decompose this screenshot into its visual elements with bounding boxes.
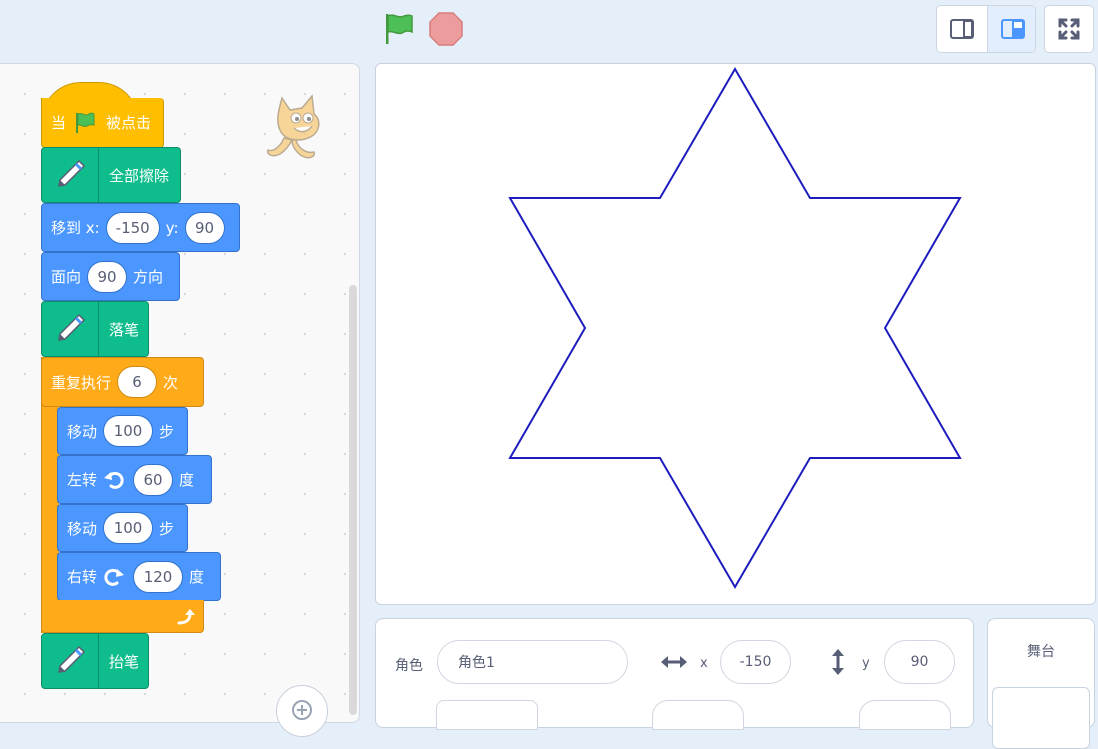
turn-left-icon	[104, 471, 124, 489]
sprite-y-input[interactable]: 90	[884, 640, 955, 684]
move-steps-block[interactable]: 移动 100 步	[57, 504, 188, 552]
pen-icon	[58, 645, 86, 673]
stop-button[interactable]	[428, 11, 464, 47]
repeat-label: 重复执行	[51, 373, 112, 392]
move-steps-block[interactable]: 移动 100 步	[57, 407, 188, 455]
turn-left-label: 左转	[67, 471, 98, 489]
turn-left-suffix: 度	[179, 471, 195, 489]
direction-input[interactable]	[859, 700, 951, 730]
clear-label: 全部擦除	[109, 166, 170, 185]
pen-down-label: 落笔	[109, 320, 140, 339]
pen-extension-box	[42, 148, 99, 202]
y-label: y	[862, 656, 870, 671]
stage-thumbnail[interactable]	[992, 687, 1090, 749]
pen-extension-box	[42, 302, 99, 356]
pen-down-block[interactable]: 落笔	[41, 301, 149, 357]
repeat-suffix: 次	[163, 373, 179, 392]
vertical-arrows-icon	[832, 649, 844, 675]
stage-label: 舞台	[1027, 644, 1055, 660]
clear-block[interactable]: 全部擦除	[41, 147, 181, 203]
pen-up-label: 抬笔	[109, 652, 140, 671]
stage-selector-panel[interactable]: 舞台	[987, 618, 1095, 749]
point-direction-input[interactable]: 90	[87, 260, 128, 293]
goto-xy-block[interactable]: 移到 x: -150 y: 90	[41, 203, 240, 252]
x-label: x	[700, 656, 708, 671]
fullscreen-icon	[1058, 18, 1080, 40]
point-label: 面向	[51, 268, 82, 286]
point-direction-block[interactable]: 面向 90 方向	[41, 252, 180, 301]
zoom-in-icon	[292, 700, 312, 720]
goto-label: 移到 x:	[51, 219, 100, 237]
goto-x-input[interactable]: -150	[105, 211, 160, 244]
goto-y-input[interactable]: 90	[184, 211, 225, 244]
move-steps-input[interactable]: 100	[103, 512, 154, 544]
sprite-name-input[interactable]: 角色1	[437, 640, 628, 684]
pen-up-block[interactable]: 抬笔	[41, 633, 149, 689]
large-stage-button[interactable]	[987, 6, 1035, 52]
turn-right-icon	[104, 568, 125, 586]
goto-y-label: y:	[165, 218, 179, 237]
zoom-in-button[interactable]	[276, 685, 328, 737]
size-input[interactable]	[652, 700, 744, 730]
green-flag-button[interactable]	[380, 10, 418, 48]
turn-left-block[interactable]: 左转 60 度	[57, 455, 212, 504]
move-suffix: 步	[159, 519, 175, 538]
sprite-x-input[interactable]: -150	[720, 640, 791, 684]
pen-icon	[58, 313, 86, 341]
pen-icon	[58, 159, 86, 187]
move-suffix: 步	[159, 422, 175, 441]
stage-size-toggle	[936, 5, 1036, 53]
loop-arrow-icon	[177, 609, 195, 625]
turn-right-degrees-input[interactable]: 120	[133, 560, 184, 593]
repeat-times-input[interactable]: 6	[117, 366, 158, 398]
stop-icon	[429, 12, 463, 46]
when-flag-clicked-block[interactable]: 当 被点击	[41, 98, 164, 148]
turn-right-block[interactable]: 右转 120 度	[57, 552, 221, 601]
pen-extension-box	[42, 634, 99, 688]
show-toggle-group[interactable]	[436, 700, 538, 730]
fullscreen-button[interactable]	[1044, 5, 1094, 53]
cat-icon	[266, 94, 320, 159]
when-label: 当	[51, 114, 67, 132]
point-suffix: 方向	[133, 268, 164, 286]
clicked-label: 被点击	[106, 114, 152, 132]
horizontal-arrows-icon	[661, 656, 687, 668]
move-steps-input[interactable]: 100	[103, 415, 154, 447]
small-stage-icon	[950, 19, 974, 39]
large-stage-icon	[1001, 19, 1025, 39]
move-label: 移动	[67, 422, 98, 441]
turn-left-degrees-input[interactable]: 60	[133, 463, 174, 496]
code-scrollbar[interactable]	[349, 285, 357, 715]
stage-canvas[interactable]	[375, 63, 1096, 605]
small-stage-button[interactable]	[937, 6, 987, 52]
sprite-label: 角色	[395, 658, 423, 674]
repeat-block[interactable]: 重复执行 6 次	[41, 357, 204, 407]
move-label: 移动	[67, 519, 98, 538]
green-flag-icon	[76, 112, 95, 133]
turn-right-suffix: 度	[189, 568, 205, 586]
star-drawing	[508, 67, 962, 589]
turn-right-label: 右转	[67, 568, 98, 586]
green-flag-icon	[386, 14, 413, 44]
sprite-cat	[262, 90, 334, 170]
